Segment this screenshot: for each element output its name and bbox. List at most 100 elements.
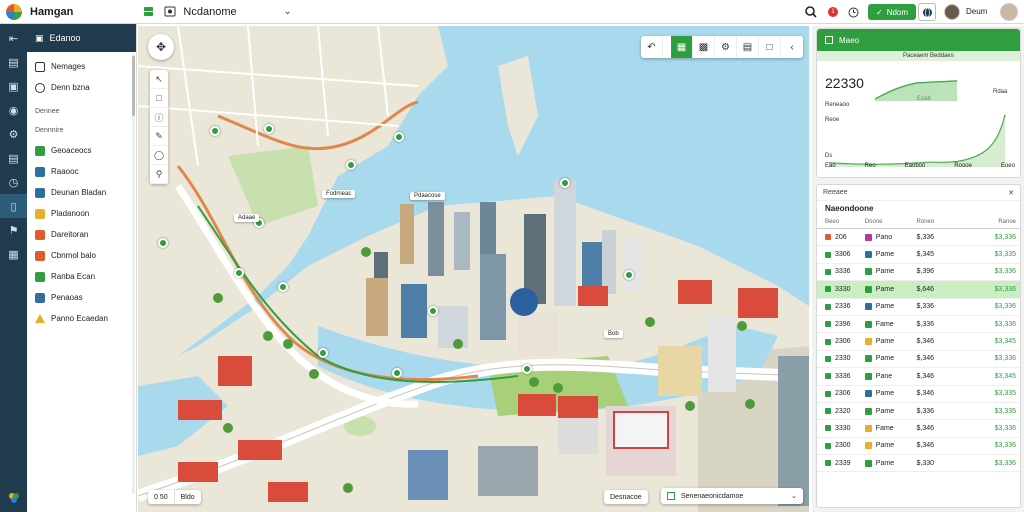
user-name[interactable]: Deum xyxy=(966,7,987,16)
map-label[interactable]: Pdaacose xyxy=(410,192,445,200)
map-pin[interactable] xyxy=(428,306,438,316)
profile-avatar[interactable] xyxy=(1000,3,1018,21)
sidebar-section-label: Dennnire xyxy=(35,127,64,134)
stats-line-chart xyxy=(829,114,1006,167)
sidebar-scrollbar-thumb[interactable] xyxy=(132,56,135,116)
bookmark-icon[interactable]: ⚑ xyxy=(0,218,27,242)
map-pin[interactable] xyxy=(210,126,220,136)
table-row[interactable]: 2306 Pame $,346 $3,335 xyxy=(817,386,1020,403)
filter-icon[interactable]: ▩ xyxy=(693,36,715,58)
column-header[interactable]: Beeo xyxy=(817,219,865,225)
map-pin[interactable] xyxy=(234,268,244,278)
table-row[interactable]: 2306 Pame $,346 $3,345 xyxy=(817,333,1020,351)
table-row[interactable]: 2300 Pame $,346 $3,336 xyxy=(817,438,1020,456)
table-row[interactable]: 3336 Pane $,346 $3,345 xyxy=(817,368,1020,386)
chart-icon[interactable]: ▤ xyxy=(0,146,27,170)
table-row[interactable]: 3330 Fame $,346 $3,336 xyxy=(817,420,1020,438)
notification-badge[interactable]: 1 xyxy=(828,7,838,17)
settings-icon[interactable]: ⚙ xyxy=(0,122,27,146)
pin-tool-icon[interactable]: ⚲ xyxy=(150,165,168,184)
map-pin[interactable] xyxy=(560,178,570,188)
grid-icon[interactable] xyxy=(141,5,155,19)
table-row[interactable]: 2336 Pame $,336 $3,336 xyxy=(817,299,1020,316)
map-label[interactable]: Adaae xyxy=(234,214,260,222)
search-icon[interactable] xyxy=(804,5,818,19)
sidebar-item[interactable]: Nemages xyxy=(27,56,136,77)
collapse-icon[interactable]: ⇤ xyxy=(0,26,27,50)
map-pin[interactable] xyxy=(394,132,404,142)
row-status-icon xyxy=(825,303,831,310)
map-icon[interactable] xyxy=(163,5,177,19)
sidebar-item[interactable]: Raaooc xyxy=(27,161,136,182)
map-label[interactable]: Bob xyxy=(604,330,623,338)
measure-tool-icon[interactable]: ◯ xyxy=(150,146,168,165)
puzzle-icon[interactable] xyxy=(0,486,27,510)
map-status-badge[interactable]: Desnacoe xyxy=(604,490,648,504)
sidebar-item[interactable]: Deunan Bladan xyxy=(27,182,136,203)
chevron-down-icon[interactable]: ⌄ xyxy=(281,5,295,19)
map-pin[interactable] xyxy=(346,160,356,170)
export-icon[interactable]: □ xyxy=(759,36,781,58)
info-tool-icon[interactable]: ⓘ xyxy=(150,108,168,127)
select-tool-icon[interactable]: □ xyxy=(150,89,168,108)
document-icon[interactable]: ▣ xyxy=(0,74,27,98)
table-row[interactable]: 2320 Pame $,336 $3,335 xyxy=(817,403,1020,421)
sidebar-item[interactable]: Pladanoon xyxy=(27,203,136,224)
globe-icon[interactable] xyxy=(918,3,936,21)
collapse-panel-icon[interactable]: ‹ xyxy=(781,36,803,58)
city-map[interactable]: Pdaacose Fodrneac Adaae Bob ✥ ↖ □ ⓘ ✎ ◯ … xyxy=(138,26,809,512)
close-icon[interactable]: ✕ xyxy=(1008,189,1014,197)
sidebar-item[interactable]: Dareitoran xyxy=(27,224,136,245)
map-pin[interactable] xyxy=(264,124,274,134)
folder-icon[interactable]: ▯ xyxy=(0,194,27,218)
sidebar-item[interactable]: Geoaceocs xyxy=(27,140,136,161)
scale-label: 0 50 xyxy=(148,490,175,504)
table-row[interactable]: 206 Pano $,336 $3,336 xyxy=(817,229,1020,247)
map-pin[interactable] xyxy=(392,368,402,378)
sidebar-scrollbar[interactable] xyxy=(132,54,135,494)
table-row[interactable]: 2396 Fame $,336 $3,336 xyxy=(817,316,1020,334)
map-layer-select[interactable]: Senenaeonicdamoe ⌄ xyxy=(661,488,803,504)
draw-tool-icon[interactable]: ✎ xyxy=(150,127,168,146)
basemap-label[interactable]: Bldo xyxy=(175,490,201,504)
map-pin[interactable] xyxy=(278,282,288,292)
back-icon[interactable]: ↶ xyxy=(641,36,663,58)
document-title[interactable]: Ncdanome xyxy=(183,6,236,18)
location-icon[interactable]: ◉ xyxy=(0,98,27,122)
table-row[interactable]: 3336 Pame $,396 $3,336 xyxy=(817,264,1020,282)
x-label: Roooe xyxy=(954,163,972,169)
layers-stack-icon[interactable]: ▤ xyxy=(737,36,759,58)
map-scale-bar[interactable]: 0 50 Bldo xyxy=(148,490,201,504)
table-row[interactable]: 2339 Pame $,330 $3,336 xyxy=(817,455,1020,473)
column-header[interactable]: Ranoe xyxy=(968,219,1020,225)
row-swatch-icon xyxy=(864,268,872,276)
column-header[interactable]: Roneo xyxy=(917,219,969,225)
table-row[interactable]: 3306 Pame $,345 $3,335 xyxy=(817,246,1020,264)
clock-icon[interactable] xyxy=(846,5,860,19)
layers-toggle-icon[interactable]: ▦ xyxy=(671,36,693,58)
compass-icon[interactable]: ✥ xyxy=(148,34,174,60)
sidebar-item[interactable]: Cbnmol balo xyxy=(27,245,136,266)
map-pin[interactable] xyxy=(624,270,634,280)
clock-rail-icon[interactable]: ◷ xyxy=(0,170,27,194)
column-header[interactable]: Doone xyxy=(865,219,917,225)
map-pin[interactable] xyxy=(522,364,532,374)
table-row[interactable]: 3330 Pame $,646 $3,336 xyxy=(817,281,1020,299)
pointer-tool-icon[interactable]: ↖ xyxy=(150,70,168,89)
map-label[interactable]: Fodrneac xyxy=(322,190,356,198)
sidebar-item[interactable]: Denn bzna xyxy=(27,77,136,98)
settings-map-icon[interactable]: ⚙ xyxy=(715,36,737,58)
table-icon[interactable]: ▦ xyxy=(0,242,27,266)
sidebar-item[interactable]: Ranba Ecan xyxy=(27,266,136,287)
table-title: Naeondoone xyxy=(825,203,874,213)
user-avatar[interactable] xyxy=(944,4,960,20)
layers-icon[interactable]: ▤ xyxy=(0,50,27,74)
map-pin[interactable] xyxy=(318,348,328,358)
map-pin[interactable] xyxy=(158,238,168,248)
row-status-icon xyxy=(825,268,831,275)
sidebar-item[interactable]: Panno Ecaedan xyxy=(27,308,136,329)
sidebar-item[interactable]: Penaoas xyxy=(27,287,136,308)
table-row[interactable]: 2330 Pame $,346 $3,336 xyxy=(817,351,1020,369)
action-button[interactable]: ✓ Ndom xyxy=(868,4,917,20)
row-id: 2306 xyxy=(835,338,851,346)
